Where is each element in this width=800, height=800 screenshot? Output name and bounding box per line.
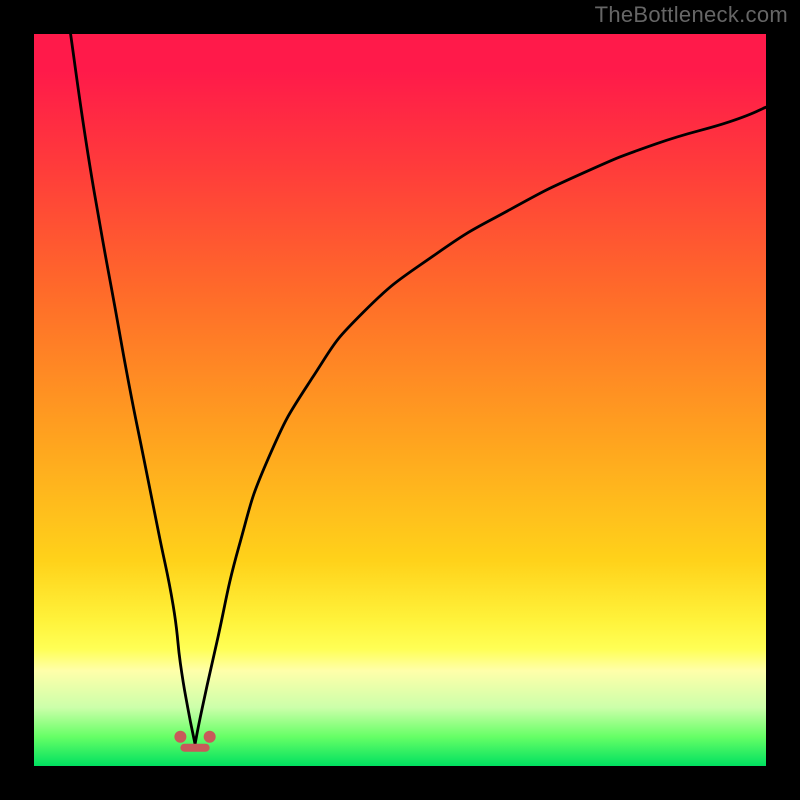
chart-frame: TheBottleneck.com — [0, 0, 800, 800]
curve-right-branch — [195, 107, 766, 744]
floor-dot-1 — [204, 731, 216, 743]
floor-bar — [180, 744, 209, 752]
plot-area — [34, 34, 766, 766]
bottleneck-curve — [34, 34, 766, 766]
curve-group — [71, 34, 766, 744]
watermark-text: TheBottleneck.com — [595, 2, 788, 28]
floor-dot-0 — [174, 731, 186, 743]
curve-left-branch — [71, 34, 195, 744]
